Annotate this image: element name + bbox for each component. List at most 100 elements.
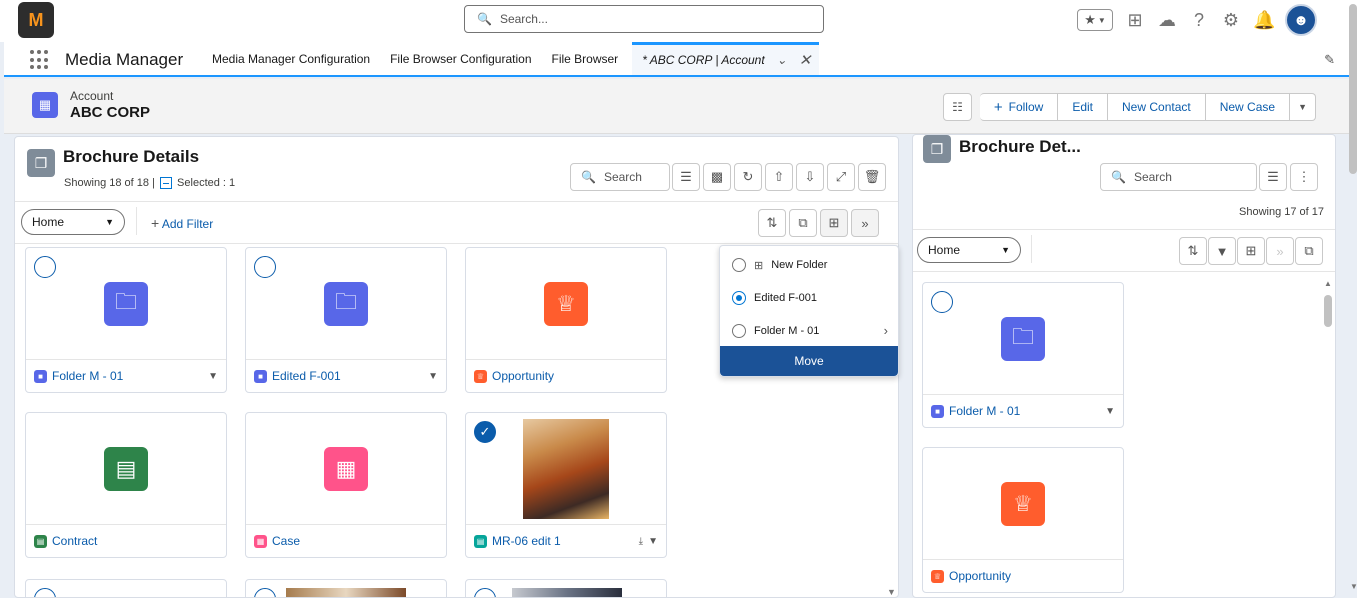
file-card[interactable]: ▤ ▤ Contract (25, 412, 227, 558)
tab-file-browser-configuration[interactable]: File Browser Configuration (380, 42, 541, 75)
app-nav-bar: Media Manager Media Manager Configuratio… (4, 42, 1349, 77)
folder-select[interactable]: Home ▼ (21, 209, 125, 235)
scroll-down-icon[interactable]: ▼ (887, 587, 896, 597)
search-placeholder: Search... (499, 12, 548, 26)
delete-button[interactable]: 🗑 (858, 163, 886, 191)
upload-button[interactable]: ⇧ (765, 163, 793, 191)
global-add-icon[interactable]: ⊞ (1125, 10, 1145, 31)
list-view-button[interactable]: ☰ (1259, 163, 1287, 191)
file-card[interactable]: 🗀 ■ Edited F-001 ▼ (245, 247, 447, 393)
menu-item-edited-f-001[interactable]: Edited F-001 (732, 291, 817, 305)
card-label[interactable]: Contract (52, 534, 97, 548)
trailhead-icon[interactable]: ☁ (1157, 10, 1177, 31)
tab-abc-corp-account[interactable]: * ABC CORP | Account ⌄ ✕ (632, 42, 820, 75)
edit-button[interactable]: Edit (1058, 93, 1109, 121)
select-checkbox[interactable] (34, 256, 56, 278)
move-button[interactable]: » (1266, 237, 1294, 265)
tab-media-manager-configuration[interactable]: Media Manager Configuration (202, 42, 380, 75)
scroll-down-icon[interactable]: ▼ (1350, 582, 1357, 591)
new-folder-button[interactable]: ⊞ (820, 209, 848, 237)
download-icon[interactable]: ⤓ (639, 536, 643, 547)
new-contact-button[interactable]: New Contact (1108, 93, 1206, 121)
radio[interactable] (732, 323, 746, 338)
folder-icon: 🗀 (1001, 316, 1045, 361)
file-card[interactable] (465, 579, 667, 597)
deselect-checkbox[interactable] (159, 177, 172, 190)
copy-button[interactable]: ⧉ (1295, 237, 1323, 265)
image-thumbnail (523, 418, 609, 519)
file-card[interactable] (25, 579, 227, 597)
file-card[interactable] (245, 579, 447, 597)
global-search-input[interactable]: 🔍 Search... (464, 5, 824, 33)
refresh-button[interactable]: ↻ (734, 163, 762, 191)
panel-search-input[interactable]: 🔍 Search (1100, 163, 1257, 191)
chevron-right-icon[interactable]: › (884, 323, 888, 338)
sort-button[interactable]: ⇅ (758, 209, 786, 237)
select-checkbox[interactable] (931, 291, 953, 313)
file-card[interactable]: 🗀 ■ Folder M - 01 ▼ (922, 282, 1124, 428)
folder-select[interactable]: Home ▼ (917, 237, 1021, 263)
select-checkbox[interactable] (34, 588, 56, 597)
card-label[interactable]: Edited F-001 (272, 369, 341, 383)
chevron-down-icon[interactable]: ⌄ (777, 53, 787, 67)
selected-checkbox[interactable]: ✓ (474, 421, 496, 443)
select-checkbox[interactable] (254, 588, 276, 597)
card-label[interactable]: Case (272, 534, 300, 548)
sort-button[interactable]: ⇅ (1179, 237, 1207, 265)
file-card-selected[interactable]: ✓ ▤ MR-06 edit 1 ⤓ ▼ (465, 412, 667, 558)
menu-item-new-folder[interactable]: ⊞ New Folder (732, 258, 827, 272)
user-avatar[interactable]: ☻ (1285, 4, 1317, 36)
folder-select-value: Home (928, 243, 961, 257)
select-checkbox[interactable] (254, 256, 276, 278)
chevron-down-icon[interactable]: ▼ (428, 371, 438, 382)
help-icon[interactable]: ? (1189, 10, 1209, 31)
card-label[interactable]: Opportunity (949, 569, 1011, 583)
download-button[interactable]: ⇩ (796, 163, 824, 191)
tile-view-button[interactable]: ▩ (703, 163, 731, 191)
select-checkbox[interactable] (474, 588, 496, 597)
filter-button[interactable]: ▼ (1208, 237, 1236, 265)
add-filter-button[interactable]: + Add Filter (151, 215, 213, 231)
edit-nav-pencil-icon[interactable]: ✎ (1324, 52, 1335, 68)
move-button[interactable]: » (851, 209, 879, 237)
record-name: ABC CORP (70, 104, 151, 121)
menu-item-folder-m-01[interactable]: Folder M - 01 › (732, 323, 888, 338)
close-icon[interactable]: ✕ (799, 51, 812, 69)
new-folder-icon: ⊞ (754, 259, 764, 272)
move-confirm-button[interactable]: Move (720, 346, 898, 376)
notification-bell-icon[interactable]: 🔔 (1253, 10, 1275, 31)
scrollbar-thumb[interactable] (1324, 295, 1332, 327)
star-icon: ★ (1084, 12, 1096, 27)
hierarchy-button[interactable]: ☷ (943, 93, 972, 121)
expand-button[interactable]: ⤢ (827, 163, 855, 191)
new-folder-button[interactable]: ⊞ (1237, 237, 1265, 265)
new-case-button[interactable]: New Case (1205, 93, 1291, 121)
radio[interactable] (732, 258, 746, 272)
favorites-button[interactable]: ★ ▼ (1077, 9, 1113, 31)
file-card[interactable]: ♕ ♕ Opportunity (922, 447, 1124, 593)
chevron-down-icon[interactable]: ▼ (648, 536, 658, 547)
card-label[interactable]: Opportunity (492, 369, 554, 383)
card-label[interactable]: Folder M - 01 (52, 369, 123, 383)
file-card[interactable]: ♕ ♕ Opportunity (465, 247, 667, 393)
panel-search-input[interactable]: 🔍 Search (570, 163, 670, 191)
file-card[interactable]: ▦ ▦ Case (245, 412, 447, 558)
app-launcher-icon[interactable] (30, 50, 50, 70)
chevron-down-icon[interactable]: ▼ (1105, 406, 1115, 417)
radio-selected[interactable] (732, 291, 746, 305)
gear-icon[interactable]: ⚙ (1221, 10, 1241, 31)
more-actions-button[interactable]: ▼ (1290, 93, 1316, 121)
chevron-down-icon[interactable]: ▼ (208, 371, 218, 382)
card-label[interactable]: MR-06 edit 1 (492, 534, 561, 548)
follow-button[interactable]: + Follow (979, 93, 1059, 121)
list-view-button[interactable]: ☰ (672, 163, 700, 191)
more-options-button[interactable]: ⋮ (1290, 163, 1318, 191)
card-label[interactable]: Folder M - 01 (949, 404, 1020, 418)
tab-file-browser[interactable]: File Browser (542, 42, 629, 75)
app-logo[interactable]: M (18, 2, 54, 38)
page-scrollbar[interactable] (1349, 4, 1357, 174)
file-card[interactable]: 🗀 ■ Folder M - 01 ▼ (25, 247, 227, 393)
copy-button[interactable]: ⧉ (789, 209, 817, 237)
scroll-up-icon[interactable]: ▲ (1324, 279, 1332, 288)
case-icon: ▦ (324, 446, 368, 491)
